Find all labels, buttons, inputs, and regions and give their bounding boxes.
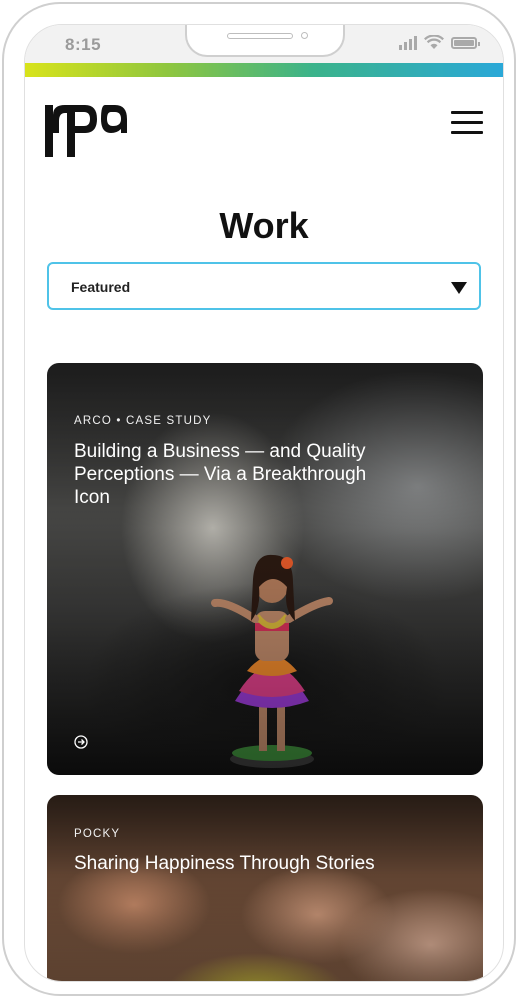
rpa-logo[interactable]: rpa [45, 101, 129, 159]
filter-selected-value: Featured [71, 279, 131, 295]
arrow-right-circle-icon[interactable] [74, 735, 88, 749]
card-headline[interactable]: Building a Business — and Quality Percep… [74, 440, 404, 509]
status-icons [399, 35, 480, 50]
battery-icon [451, 36, 480, 49]
case-study-card-arco[interactable]: ARCO • CASE STUDY Building a Business — … [47, 363, 483, 775]
signal-icon [399, 35, 417, 50]
speaker-icon [227, 33, 293, 39]
status-time: 8:15 [65, 35, 102, 54]
phone-notch [185, 25, 345, 57]
brand-gradient-bar [25, 63, 503, 77]
hamburger-menu-icon[interactable] [451, 111, 483, 135]
card-eyebrow: ARCO • CASE STUDY [74, 415, 212, 427]
case-study-card-pocky[interactable]: POCKY Sharing Happiness Through Stories [47, 795, 483, 981]
card-overlay [47, 795, 483, 981]
dropdown-arrow-icon [451, 282, 467, 294]
page-title: Work [219, 205, 309, 246]
card-eyebrow: POCKY [74, 828, 121, 840]
status-bar: 8:15 [25, 25, 503, 63]
wifi-icon [424, 35, 444, 49]
card-headline[interactable]: Sharing Happiness Through Stories [74, 852, 454, 875]
screen: 8:15 rpa [24, 24, 504, 982]
camera-icon [301, 32, 308, 39]
phone-frame: 8:15 rpa [2, 2, 516, 996]
filter-select[interactable]: Featured [47, 262, 481, 310]
